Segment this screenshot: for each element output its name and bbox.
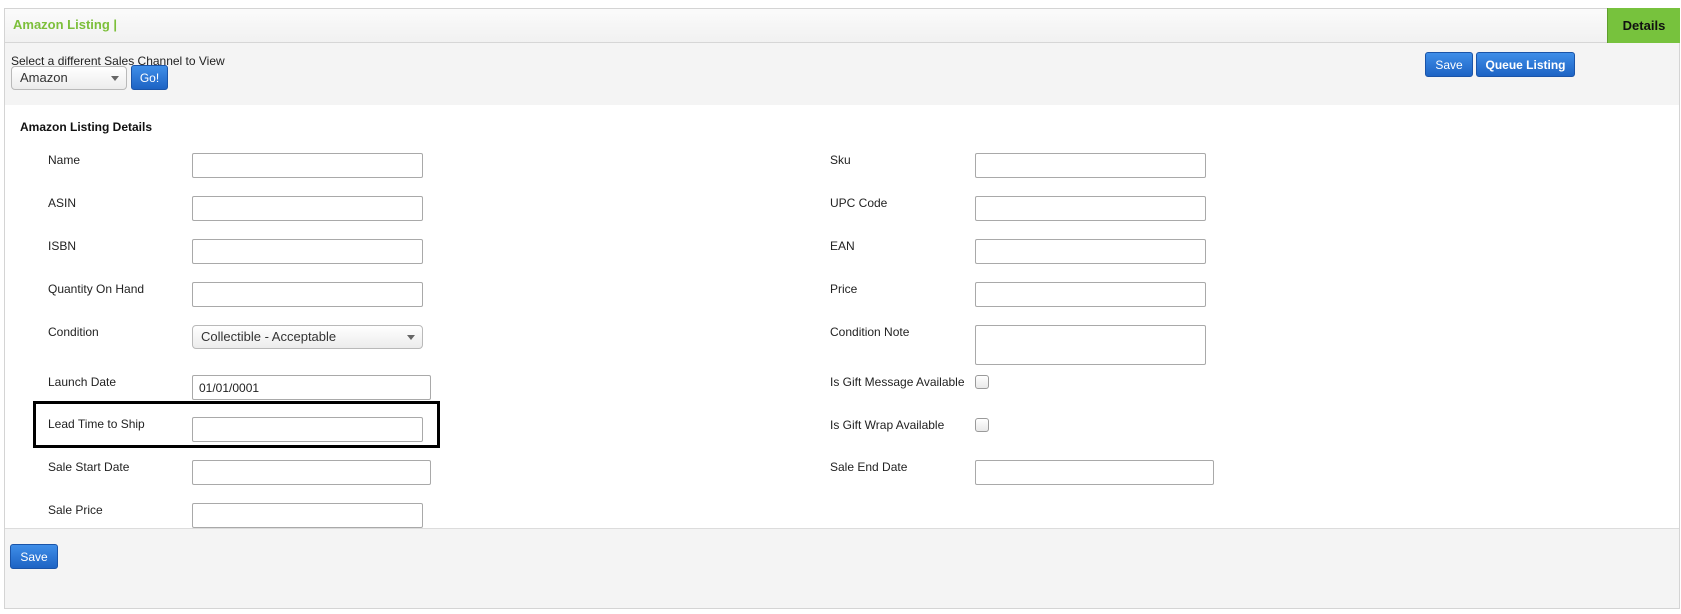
- sales-channel-value: Amazon: [20, 70, 68, 85]
- footer-bar: [5, 528, 1679, 608]
- go-button[interactable]: Go!: [131, 65, 168, 90]
- asin-input[interactable]: [192, 196, 423, 221]
- isbn-input[interactable]: [192, 239, 423, 264]
- asin-label: ASIN: [48, 196, 77, 210]
- sales-channel-select[interactable]: Amazon: [11, 66, 127, 90]
- tab-details[interactable]: Details: [1607, 8, 1680, 43]
- chevron-down-icon: [111, 76, 119, 81]
- section-title: Amazon Listing Details: [20, 120, 153, 134]
- gift-message-label: Is Gift Message Available: [830, 375, 965, 389]
- price-label: Price: [830, 282, 858, 296]
- sale-end-label: Sale End Date: [830, 460, 908, 474]
- condition-note-label: Condition Note: [830, 325, 910, 339]
- condition-value: Collectible - Acceptable: [201, 329, 337, 344]
- page-title: Amazon Listing |: [13, 17, 118, 32]
- ean-label: EAN: [830, 239, 855, 253]
- gift-wrap-label: Is Gift Wrap Available: [830, 418, 945, 432]
- launch-date-input[interactable]: 01/01/0001: [192, 375, 431, 400]
- gift-message-checkbox[interactable]: [975, 375, 989, 389]
- name-input[interactable]: [192, 153, 423, 178]
- save-button-bottom[interactable]: Save: [10, 544, 58, 569]
- sale-start-input[interactable]: [192, 460, 431, 485]
- condition-label: Condition: [48, 325, 99, 339]
- ean-input[interactable]: [975, 239, 1206, 264]
- price-input[interactable]: [975, 282, 1206, 307]
- sku-label: Sku: [830, 153, 851, 167]
- name-label: Name: [48, 153, 81, 167]
- sale-end-input[interactable]: [975, 460, 1214, 485]
- isbn-label: ISBN: [48, 239, 77, 253]
- upc-input[interactable]: [975, 196, 1206, 221]
- sku-input[interactable]: [975, 153, 1206, 178]
- condition-note-textarea[interactable]: [975, 325, 1206, 365]
- sale-price-label: Sale Price: [48, 503, 103, 517]
- upc-label: UPC Code: [830, 196, 888, 210]
- sale-start-label: Sale Start Date: [48, 460, 130, 474]
- lead-time-label: Lead Time to Ship: [48, 417, 145, 431]
- queue-listing-button[interactable]: Queue Listing: [1476, 52, 1575, 77]
- chevron-down-icon: [407, 335, 415, 340]
- header-bar: [5, 9, 1679, 43]
- launch-date-label: Launch Date: [48, 375, 117, 389]
- lead-time-input[interactable]: [192, 417, 423, 442]
- sale-price-input[interactable]: [192, 503, 423, 528]
- quantity-label: Quantity On Hand: [48, 282, 145, 296]
- condition-select[interactable]: Collectible - Acceptable: [192, 325, 423, 349]
- gift-wrap-checkbox[interactable]: [975, 418, 989, 432]
- save-button-top[interactable]: Save: [1425, 52, 1473, 77]
- quantity-input[interactable]: [192, 282, 423, 307]
